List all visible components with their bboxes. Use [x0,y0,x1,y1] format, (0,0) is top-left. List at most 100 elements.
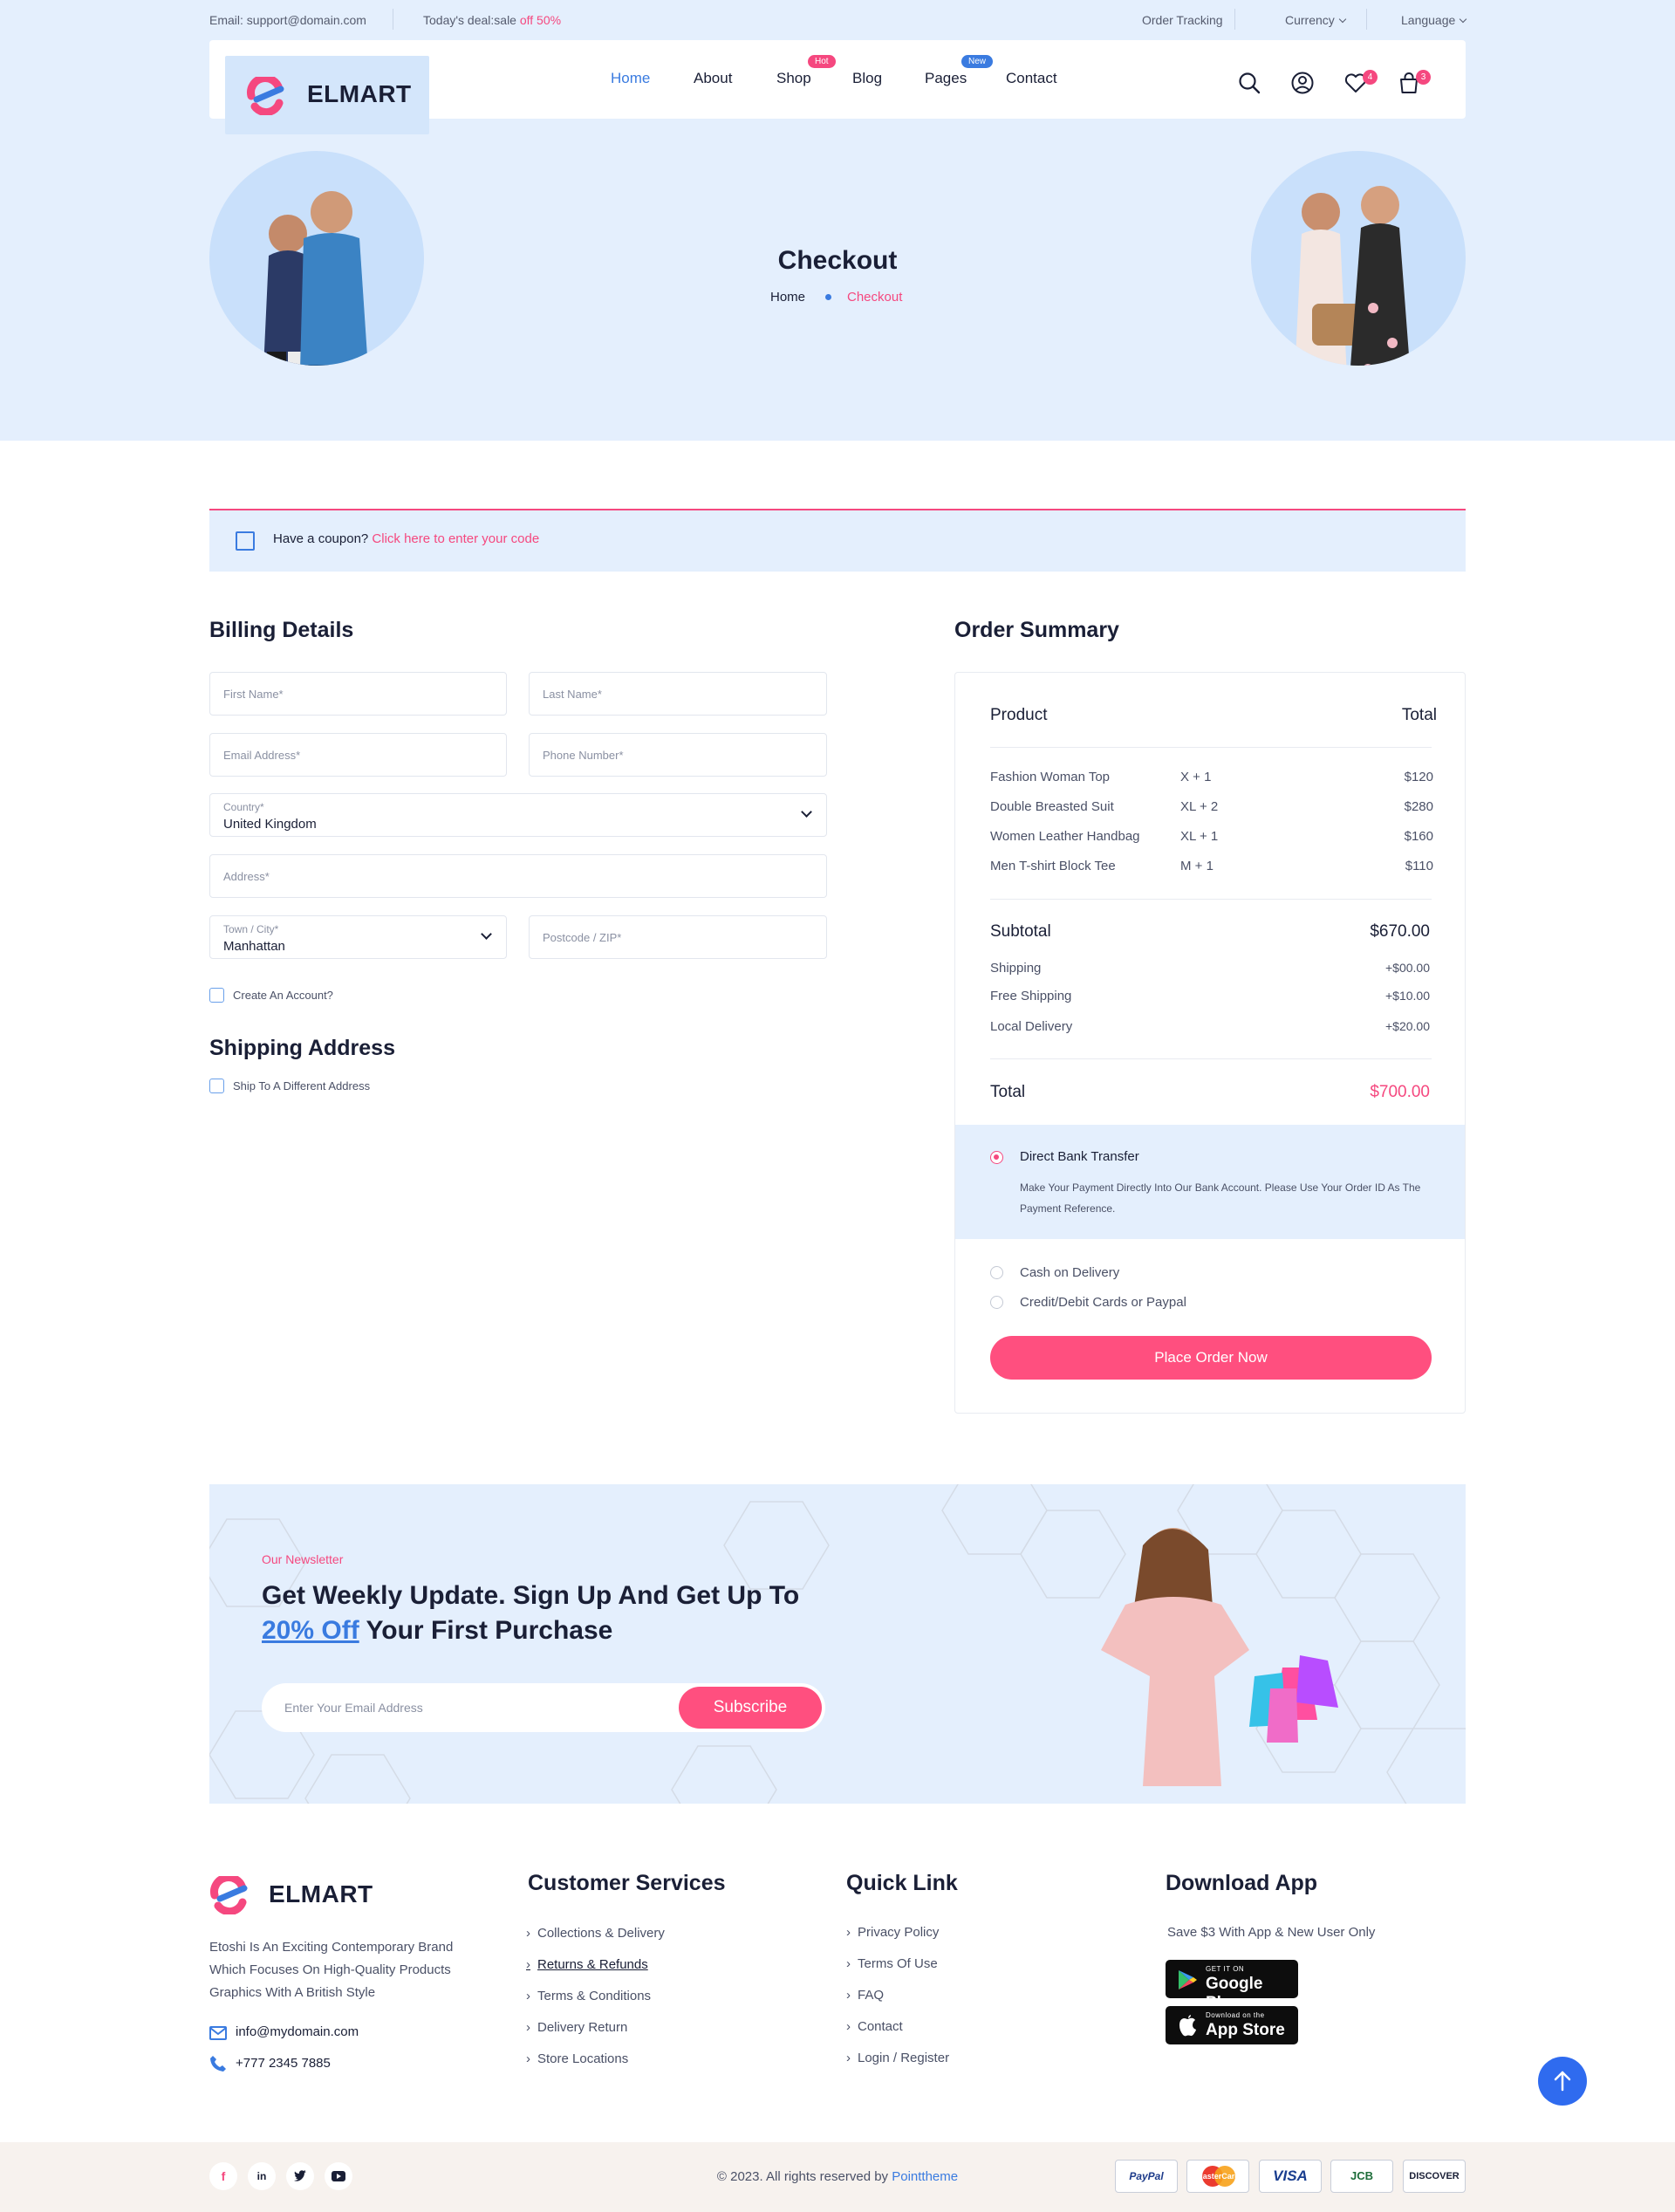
chevron-down-icon [1460,15,1467,24]
bank-transfer-label: Direct Bank Transfer [1020,1149,1139,1164]
nav-contact[interactable]: Contact [1006,70,1057,87]
newsletter-email-input[interactable] [262,1683,680,1732]
divider [990,747,1432,748]
copyright-label: © 2023. All rights reserved by [716,2169,889,2184]
total-value: $700.00 [1370,1083,1430,1101]
free-shipping-label: Free Shipping [990,989,1072,1003]
item-name: Fashion Woman Top [990,770,1111,784]
email-input[interactable] [210,734,506,776]
city-label: Town / City* [223,923,279,935]
footer-link[interactable]: Store Locations [526,2051,628,2066]
footer-about: Etoshi Is An Exciting Contemporary Brand… [209,1940,454,2000]
country-select[interactable]: Country* United Kingdom [209,793,827,837]
currency-dropdown[interactable]: Currency [1285,13,1347,27]
order-tracking-link[interactable]: Order Tracking [1142,13,1223,27]
user-icon[interactable] [1289,70,1316,96]
footer-link[interactable]: Contact [846,2019,903,2034]
mastercard-card-icon: MasterCard [1186,2160,1249,2193]
copyright-brand-link[interactable]: Pointtheme [892,2169,958,2184]
cash-on-delivery-radio[interactable] [990,1266,1003,1279]
phone-icon [210,2056,226,2072]
search-icon[interactable] [1236,70,1262,96]
subscribe-button[interactable]: Subscribe [679,1687,822,1729]
country-label: Country* [223,801,264,813]
item-name: Men T-shirt Block Tee [990,859,1116,873]
ship-different-label: Ship To A Different Address [233,1079,371,1092]
local-delivery-value: +$20.00 [1385,1019,1430,1033]
item-name: Women Leather Handbag [990,829,1140,844]
last-name-field[interactable] [529,672,827,716]
bank-transfer-radio[interactable] [990,1151,1003,1164]
email-field[interactable] [209,733,507,777]
phone-input[interactable] [530,734,826,776]
nav-blog[interactable]: Blog [852,70,882,87]
phone-field[interactable] [529,733,827,777]
visa-card-icon: VISA [1259,2160,1322,2193]
mastercard-label: MasterCard [1196,2172,1240,2181]
newsletter-kicker: Our Newsletter [262,1552,344,1566]
first-name-input[interactable] [210,673,506,715]
bank-transfer-description: Make Your Payment Directly Into Our Bank… [1020,1181,1421,1215]
mail-icon [209,2026,227,2040]
divider [990,899,1432,900]
footer-link[interactable]: Terms & Conditions [526,1989,651,2003]
footer-logo-mark-icon [210,1876,248,1914]
logo-mark-icon [247,77,284,115]
postcode-input[interactable] [530,916,826,958]
breadcrumb-current: Checkout [847,290,903,305]
postcode-field[interactable] [529,915,827,959]
logo-text: ELMART [307,80,412,107]
apple-icon [1179,2015,1196,2037]
nav-shop[interactable]: Shop [776,70,811,87]
address-field[interactable] [209,854,827,898]
first-name-field[interactable] [209,672,507,716]
billing-title: Billing Details [209,618,354,642]
nav-about[interactable]: About [694,70,732,87]
cart-count-badge: 3 [1416,70,1431,85]
ship-different-checkbox[interactable] [209,1079,224,1093]
create-account-checkbox[interactable] [209,988,224,1003]
footer-link[interactable]: Returns & Refunds [526,1957,648,1972]
footer-logo-text[interactable]: ELMART [269,1880,373,1908]
card-paypal-label: Credit/Debit Cards or Paypal [1020,1295,1186,1310]
footer-link[interactable]: Privacy Policy [846,1925,939,1940]
address-input[interactable] [210,855,826,897]
app-store-button[interactable]: Download on the App Store [1166,2006,1298,2044]
footer-link[interactable]: Collections & Delivery [526,1926,665,1941]
coupon-link[interactable]: Click here to enter your code [372,531,539,546]
footer-email[interactable]: info@mydomain.com [236,2024,359,2039]
nav-pages[interactable]: Pages [925,70,967,87]
wishlist-count-badge: 4 [1363,70,1378,85]
card-paypal-radio[interactable] [990,1296,1003,1309]
paypal-card-icon: PayPal [1115,2160,1178,2193]
newsletter-model-image-icon [1101,1528,1338,1786]
subtotal-label: Subtotal [990,922,1051,941]
nav-home[interactable]: Home [611,70,650,87]
cash-on-delivery-label: Cash on Delivery [1020,1265,1120,1280]
divider [1366,9,1367,30]
divider [1234,9,1235,30]
language-dropdown[interactable]: Language [1401,13,1467,27]
place-order-button[interactable]: Place Order Now [990,1336,1432,1380]
footer-link[interactable]: Terms Of Use [846,1956,938,1971]
order-summary-card: Product Total Fashion Woman Top X + 1 $1… [954,672,1466,1414]
subtotal-value: $670.00 [1370,922,1430,941]
scroll-to-top-button[interactable] [1538,2057,1587,2106]
create-account-label: Create An Account? [233,989,333,1002]
google-play-button[interactable]: GET IT ON Google Play [1166,1960,1298,2012]
footer-link[interactable]: Login / Register [846,2051,949,2065]
footer-link[interactable]: Delivery Return [526,2020,627,2035]
divider [990,1058,1432,1059]
coupon-icon [236,531,255,551]
city-select[interactable]: Town / City* Manhattan [209,915,507,959]
breadcrumb-home[interactable]: Home [770,290,805,305]
top-bar: Email: support@domain.com Today's deal:s… [209,0,1467,40]
footer-link[interactable]: FAQ [846,1988,884,2003]
footer-phone[interactable]: +777 2345 7885 [236,2056,331,2071]
newsletter-title-part: Your First Purchase [366,1616,613,1645]
google-play-icon [1179,1970,1197,1989]
logo[interactable]: ELMART [225,56,429,134]
last-name-input[interactable] [530,673,826,715]
breadcrumb-separator [825,294,831,300]
app-store-label: App Store [1206,2021,1285,2039]
